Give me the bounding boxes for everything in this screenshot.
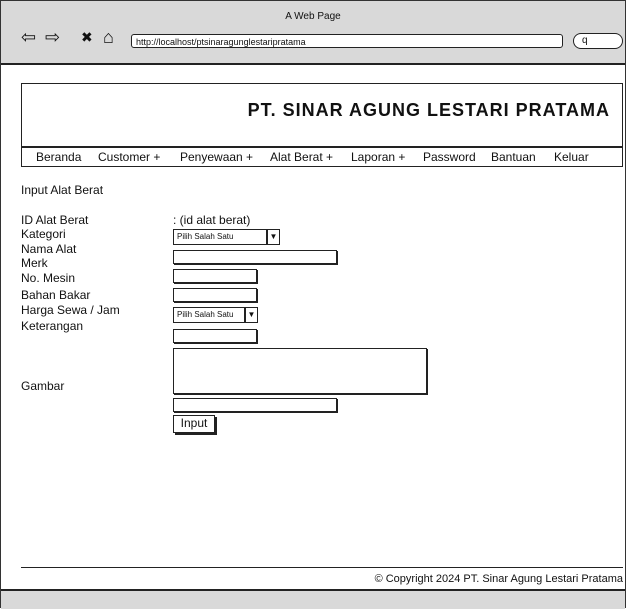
gambar-file-input[interactable] xyxy=(173,398,337,412)
company-name: PT. SINAR AGUNG LESTARI PRATAMA xyxy=(247,100,610,120)
label-nama-alat: Nama Alat xyxy=(21,242,77,256)
label-harga-sewa: Harga Sewa / Jam xyxy=(21,303,120,317)
label-keterangan: Keterangan xyxy=(21,319,84,333)
label-kategori: Kategori xyxy=(21,227,66,241)
form-title: Input Alat Berat xyxy=(21,183,104,197)
search-icon: q xyxy=(582,35,588,46)
harga-sewa-input[interactable] xyxy=(173,329,257,343)
no-mesin-input[interactable] xyxy=(173,288,257,302)
menu-item-laporan[interactable]: Laporan + xyxy=(351,148,405,166)
nama-alat-input[interactable] xyxy=(173,250,337,264)
browser-status-bar xyxy=(1,589,625,609)
search-box[interactable]: q xyxy=(573,33,623,49)
site-header: PT. SINAR AGUNG LESTARI PRATAMA xyxy=(21,83,623,147)
input-button[interactable]: Input xyxy=(173,415,215,433)
keterangan-textarea[interactable] xyxy=(173,348,427,394)
id-alat-berat-value: : (id alat berat) xyxy=(173,213,251,227)
main-menu: Beranda Customer + Penyewaan + Alat Bera… xyxy=(21,147,623,167)
menu-item-beranda[interactable]: Beranda xyxy=(36,148,81,166)
label-no-mesin: No. Mesin xyxy=(21,271,76,285)
chevron-down-icon[interactable]: ▼ xyxy=(267,228,280,245)
back-icon[interactable]: ⇦ xyxy=(21,27,36,47)
menu-item-keluar[interactable]: Keluar xyxy=(554,148,589,166)
kategori-select-value: Pilih Salah Satu xyxy=(177,232,234,241)
merk-input[interactable] xyxy=(173,269,257,283)
label-gambar: Gambar xyxy=(21,379,65,393)
forward-icon[interactable]: ⇨ xyxy=(45,27,60,47)
menu-item-penyewaan[interactable]: Penyewaan + xyxy=(180,148,253,166)
menu-item-customer[interactable]: Customer + xyxy=(98,148,160,166)
label-id-alat-berat: ID Alat Berat xyxy=(21,213,89,227)
chevron-down-icon[interactable]: ▼ xyxy=(245,306,258,323)
menu-item-password[interactable]: Password xyxy=(423,148,476,166)
harga-select-value: Pilih Salah Satu xyxy=(177,310,234,319)
menu-item-bantuan[interactable]: Bantuan xyxy=(491,148,536,166)
browser-window: A Web Page ⇦ ⇨ ✖ ⌂ http://localhost/ptsi… xyxy=(0,0,626,609)
label-merk: Merk xyxy=(21,256,48,270)
home-icon[interactable]: ⌂ xyxy=(103,27,114,47)
close-icon[interactable]: ✖ xyxy=(81,27,93,47)
menu-item-alat-berat[interactable]: Alat Berat + xyxy=(270,148,333,166)
footer-divider xyxy=(21,567,623,568)
harga-select[interactable]: Pilih Salah Satu ▼ xyxy=(173,306,258,323)
footer-copyright: © Copyright 2024 PT. Sinar Agung Lestari… xyxy=(374,573,623,585)
url-bar[interactable]: http://localhost/ptsinaragunglestariprat… xyxy=(131,34,563,48)
browser-titlebar: A Web Page ⇦ ⇨ ✖ ⌂ http://localhost/ptsi… xyxy=(1,1,625,65)
label-bahan-bakar: Bahan Bakar xyxy=(21,288,91,302)
window-title: A Web Page xyxy=(285,11,341,22)
kategori-select[interactable]: Pilih Salah Satu ▼ xyxy=(173,228,280,245)
